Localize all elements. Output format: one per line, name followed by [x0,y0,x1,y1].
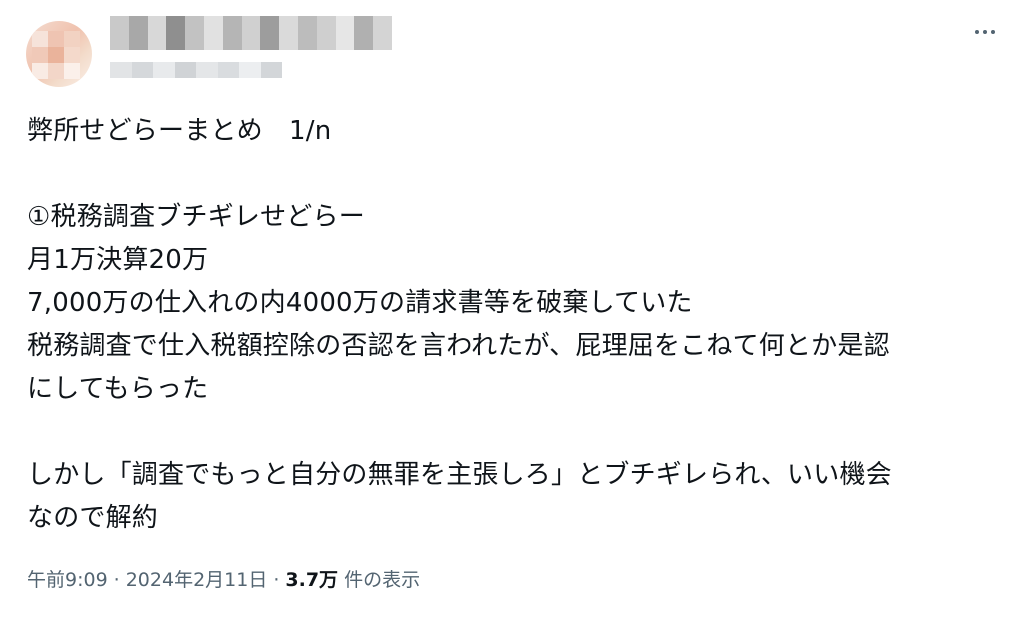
post-text-blank-line [27,411,1002,454]
post-text-line: 弊所せどらーまとめ 1/n [27,116,332,146]
post-timestamp-link[interactable]: 午前9:09 · 2024年2月11日 [27,569,267,591]
author-name-redacted[interactable] [110,16,392,50]
avatar[interactable] [26,21,92,87]
post-time: 午前9:09 [27,569,108,591]
post-text-line: 7,000万の仕入れの内4000万の請求書等を破棄していた [27,288,693,318]
post-text: 弊所せどらーまとめ 1/n ①税務調査ブチギレせどらー 月1万決算20万 7,0… [27,110,1002,540]
post-text-line: しかし「調査でもっと自分の無罪を主張しろ」とブチギレられ、いい機会 [27,460,892,490]
post-metadata: 午前9:09 · 2024年2月11日 · 3.7万 件の表示 [27,566,420,594]
post-date: 2024年2月11日 [125,569,268,591]
more-horizontal-icon [975,30,995,34]
post-text-blank-line [27,153,1002,196]
post-text-line: 月1万決算20万 [27,245,209,275]
views-label: 件の表示 [344,569,421,591]
meta-separator: · [273,569,280,591]
post-text-line: 税務調査で仕入税額控除の否認を言われたが、屁理屈をこねて何とか是認 [27,331,890,361]
author-handle-redacted[interactable] [110,62,282,78]
post-text-line: ①税務調査ブチギレせどらー [27,202,365,232]
views-count: 3.7万 [285,569,339,591]
post-text-line: なので解約 [27,503,159,533]
post-text-line: にしてもらった [27,374,209,404]
more-options-button[interactable] [968,18,1002,46]
meta-separator: · [113,569,120,591]
